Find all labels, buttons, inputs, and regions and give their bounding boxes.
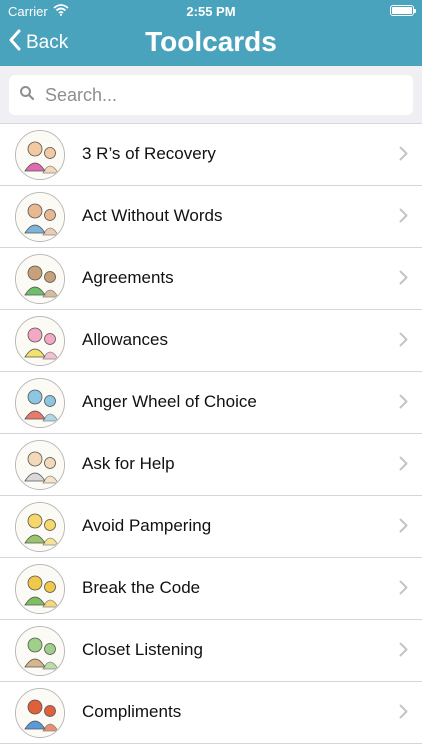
chevron-right-icon [399,518,408,538]
toolcard-thumbnail [15,502,65,552]
search-bar [0,66,422,124]
toolcard-list: 3 R’s of Recovery Act Without Words Agreem… [0,124,422,744]
battery-icon [390,5,416,16]
toolcard-row[interactable]: Anger Wheel of Choice [0,372,422,434]
toolcard-row[interactable]: Act Without Words [0,186,422,248]
toolcard-thumbnail [15,564,65,614]
toolcard-thumbnail [15,130,65,180]
search-icon [19,85,35,106]
toolcard-label: Act Without Words [82,206,223,225]
chevron-right-icon [399,580,408,600]
toolcard-row[interactable]: Agreements [0,248,422,310]
toolcard-thumbnail [15,378,65,428]
toolcard-label: 3 R’s of Recovery [82,144,216,163]
toolcard-label: Break the Code [82,578,201,597]
toolcard-label: Closet Listening [82,640,203,659]
toolcard-row[interactable]: Avoid Pampering [0,496,422,558]
chevron-right-icon [399,332,408,352]
toolcard-row[interactable]: 3 R’s of Recovery [0,124,422,186]
toolcard-row[interactable]: Closet Listening [0,620,422,682]
toolcard-label: Ask for Help [82,454,175,473]
navigation-bar: Back Toolcards [0,22,422,66]
status-bar: Carrier 2:55 PM [0,0,422,22]
toolcard-row[interactable]: Ask for Help [0,434,422,496]
toolcard-thumbnail [15,316,65,366]
chevron-right-icon [399,456,408,476]
toolcard-label: Agreements [82,268,174,287]
toolcard-thumbnail [15,688,65,738]
chevron-right-icon [399,146,408,166]
toolcard-label: Anger Wheel of Choice [82,392,257,411]
status-time: 2:55 PM [186,4,236,19]
page-title: Toolcards [145,26,277,57]
search-input[interactable] [45,84,385,106]
toolcard-label: Avoid Pampering [82,516,212,535]
toolcard-thumbnail [15,440,65,490]
toolcard-row[interactable]: Allowances [0,310,422,372]
toolcard-row[interactable]: Compliments [0,682,422,744]
toolcard-thumbnail [15,626,65,676]
chevron-right-icon [399,704,408,724]
toolcard-row[interactable]: Break the Code [0,558,422,620]
chevron-right-icon [399,394,408,414]
chevron-right-icon [399,642,408,662]
toolcard-thumbnail [15,192,65,242]
toolcard-thumbnail [15,254,65,304]
chevron-right-icon [399,270,408,290]
toolcard-label: Allowances [82,330,168,349]
search-field[interactable] [9,75,413,115]
toolcard-label: Compliments [82,702,182,721]
chevron-right-icon [399,208,408,228]
